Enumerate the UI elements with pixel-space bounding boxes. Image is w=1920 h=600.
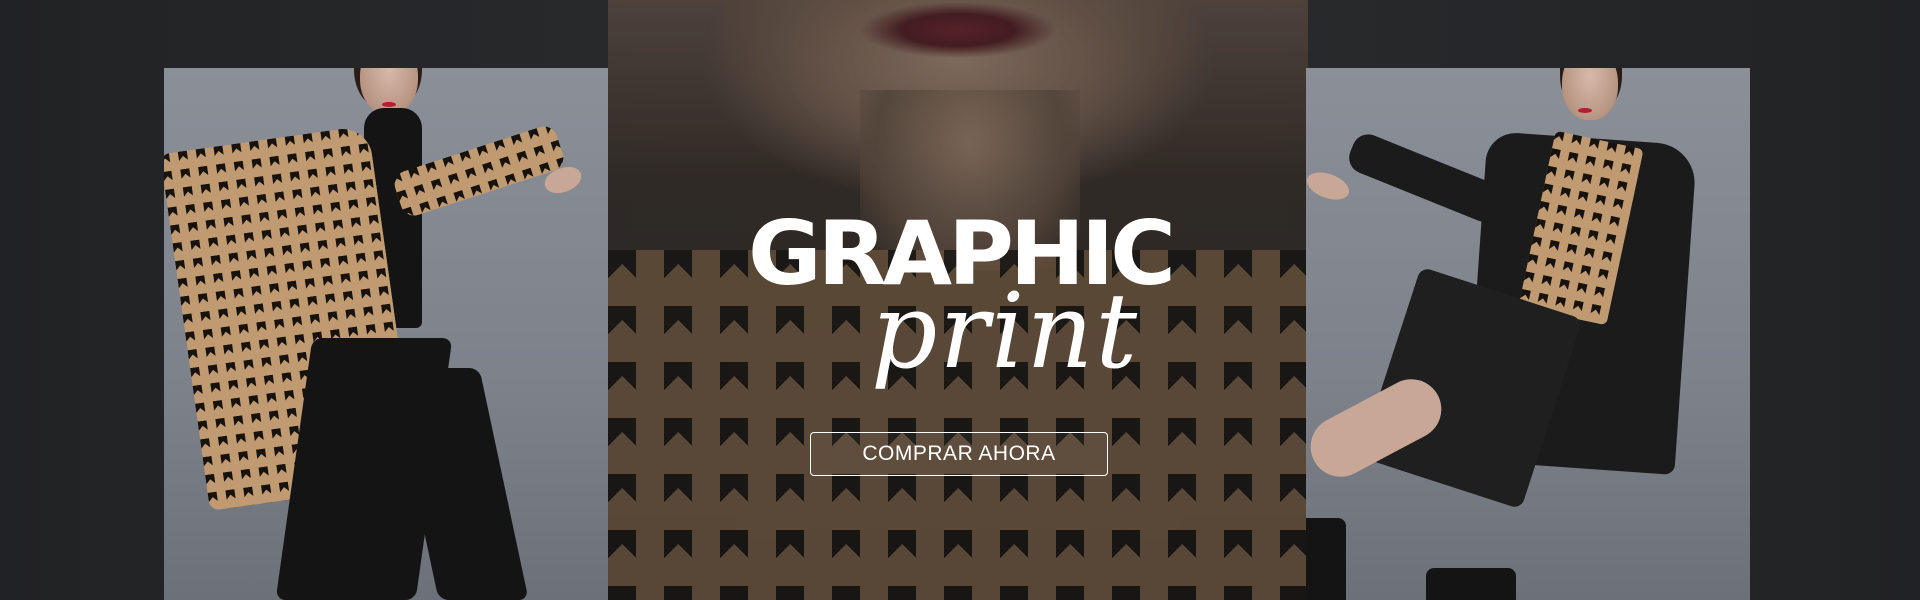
right-model-sleeve — [1344, 129, 1508, 227]
right-model-boot-2 — [1426, 568, 1516, 600]
banner-headline: GRAPHIC print — [740, 210, 1180, 384]
right-model-photo[interactable] — [1306, 68, 1750, 600]
right-model-hand — [1306, 167, 1353, 205]
banner-title: GRAPHIC — [748, 202, 1176, 305]
right-model-lips — [1578, 108, 1592, 113]
left-model-photo[interactable] — [164, 68, 608, 600]
right-model-boot — [1306, 518, 1346, 600]
right-model-figure — [1306, 68, 1750, 600]
left-model-lips — [382, 102, 396, 107]
hero-banner[interactable]: GRAPHIC print COMPRAR AHORA — [0, 0, 1920, 600]
shop-now-button[interactable]: COMPRAR AHORA — [810, 432, 1108, 476]
left-model-figure — [164, 68, 608, 600]
